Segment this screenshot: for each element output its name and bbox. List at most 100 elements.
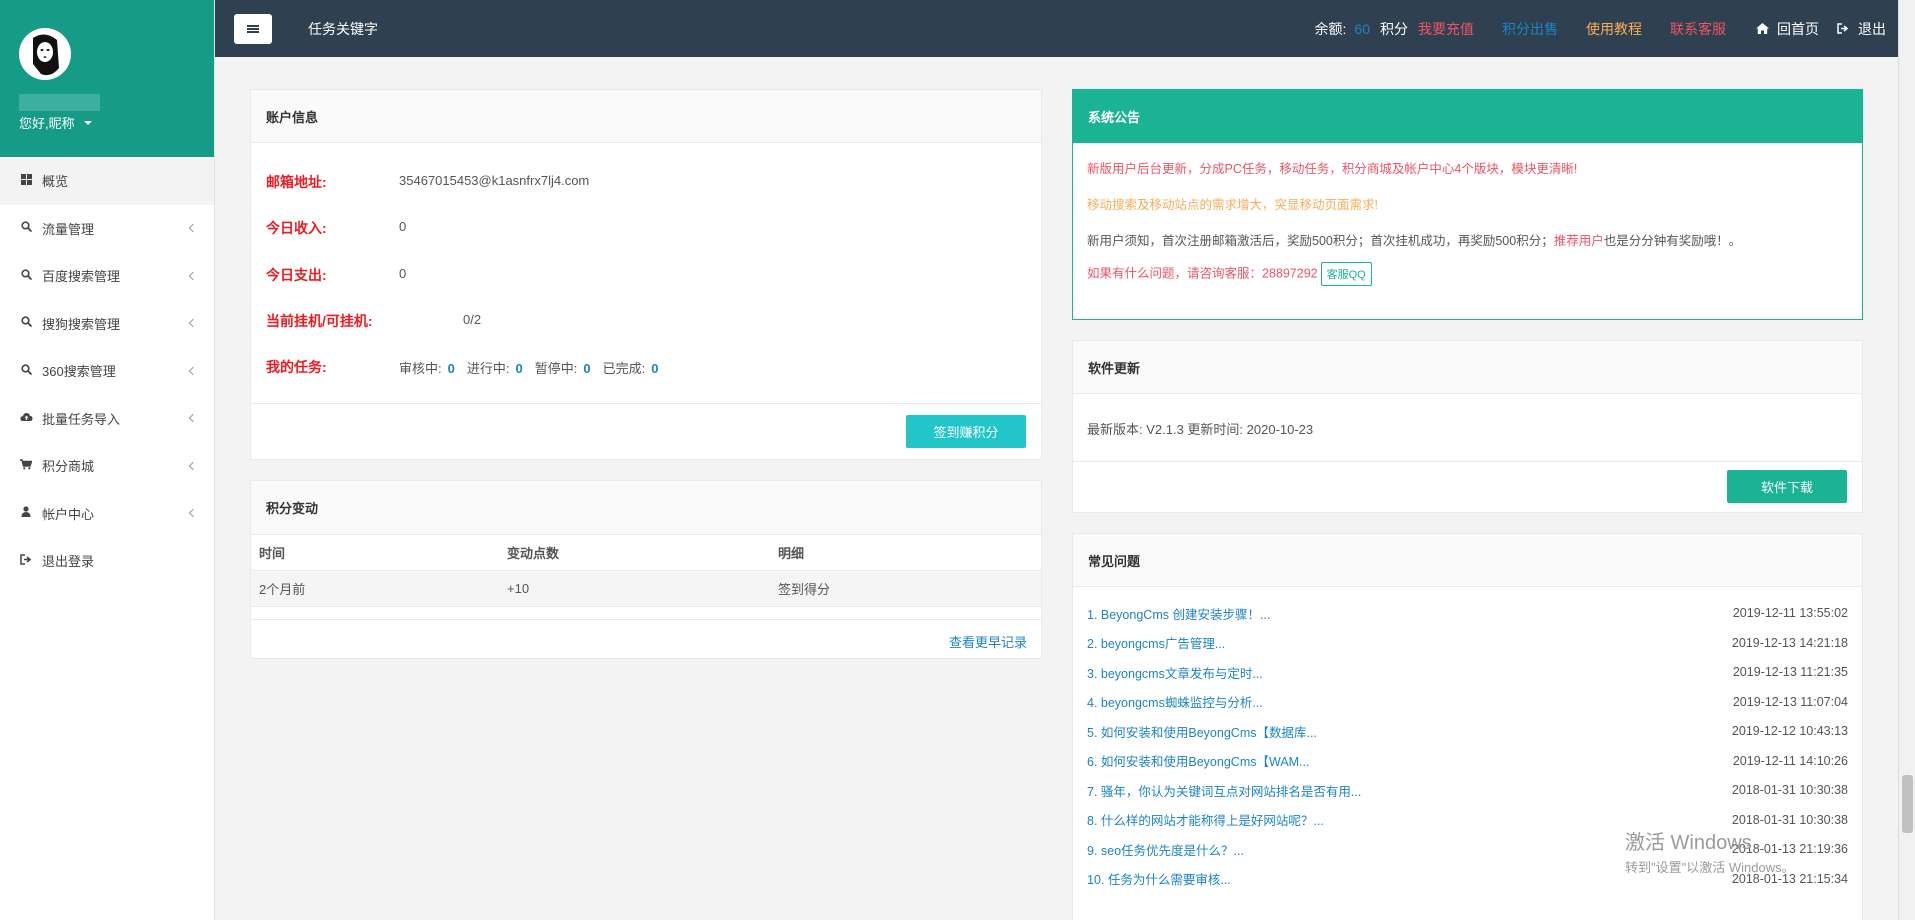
signin-earn-points-button[interactable]: 签到赚积分 (906, 415, 1026, 448)
windows-activation-watermark: 激活 Windows 转到"设置"以激活 Windows。 (1625, 826, 1795, 876)
faq-question-link[interactable]: 6. 如何安装和使用BeyongCms【WAM... (1087, 751, 1310, 770)
column-header-change: 变动点数 (499, 534, 770, 571)
faq-title: 常见问题 (1073, 534, 1862, 587)
notice-line-2: 移动搜索及移动站点的需求增大，突显移动页面需求! (1087, 198, 1378, 212)
chevron-left-icon (188, 271, 198, 280)
balance-value: 60 (1354, 20, 1370, 37)
column-header-detail: 明细 (770, 534, 1041, 571)
logout-link-label: 退出 (1858, 20, 1886, 37)
tutorial-link[interactable]: 使用教程 (1586, 19, 1642, 39)
chevron-left-icon (188, 414, 198, 423)
email-row: 邮箱地址: 35467015453@k1asnfrx7lj4.com (266, 172, 589, 192)
sidebar-item-batch-import[interactable]: 批量任务导入 (0, 395, 214, 443)
caret-down-icon (83, 120, 92, 125)
cell-change: +10 (499, 570, 770, 607)
balance-label: 余额: (1314, 20, 1347, 37)
faq-question-link[interactable]: 2. beyongcms广告管理... (1087, 633, 1225, 652)
view-earlier-records-link[interactable]: 查看更早记录 (949, 632, 1027, 651)
faq-question-link[interactable]: 8. 什么样的网站才能称得上是好网站呢？... (1087, 810, 1324, 829)
scrollbar-thumb[interactable] (1902, 775, 1913, 833)
sidebar-nav: 概览 流量管理 百度搜索管理 搜狗搜索管理 360搜索管理 批量任务导入 积分商… (0, 157, 214, 585)
income-label: 今日收入: (266, 220, 327, 236)
version-info: 最新版本: V2.1.3 更新时间: 2020-10-23 (1087, 422, 1314, 437)
customer-service-qq-button[interactable]: 客服QQ (1320, 262, 1372, 286)
sidebar-item-label: 帐户中心 (42, 506, 95, 522)
home-link[interactable]: 回首页 (1756, 19, 1819, 39)
username-blurred (19, 94, 100, 111)
review-count[interactable]: 0 (448, 361, 455, 376)
sidebar-item-label: 批量任务导入 (42, 411, 121, 427)
sidebar-item-logout[interactable]: 退出登录 (0, 537, 214, 585)
contact-qq-text: 如果有什么问题，请咨询客服：28897292 (1087, 266, 1318, 281)
income-row: 今日收入: 0 (266, 218, 406, 238)
search-icon (20, 269, 32, 283)
software-download-button[interactable]: 软件下载 (1727, 470, 1847, 503)
cell-time: 2个月前 (251, 570, 499, 607)
faq-date: 2019-12-13 11:21:35 (1732, 665, 1848, 679)
points-change-panel: 积分变动 时间 变动点数 明细 2个月前 +10 签到得分 查看更早记录 (250, 480, 1042, 659)
hang-value: 0/2 (463, 312, 482, 327)
sidebar-item-traffic[interactable]: 流量管理 (0, 205, 214, 253)
paused-count[interactable]: 0 (583, 361, 590, 376)
search-icon (20, 221, 32, 235)
sidebar-item-overview[interactable]: 概览 (0, 157, 214, 205)
faq-date: 2019-12-11 14:10:26 (1732, 753, 1848, 768)
greeting-text: 您好,昵称 (19, 116, 75, 131)
notice-line-3: 新用户须知，首次注册邮箱激活后，奖励500积分；首次挂机成功，再奖励500积分；… (1087, 230, 1741, 249)
referral-link[interactable]: 推荐用户 (1554, 234, 1604, 248)
sidebar-item-360[interactable]: 360搜索管理 (0, 347, 214, 395)
sidebar-item-label: 概览 (42, 174, 69, 190)
faq-question-link[interactable]: 4. beyongcms蜘蛛监控与分析... (1087, 692, 1263, 711)
sidebar-item-account-center[interactable]: 帐户中心 (0, 490, 214, 538)
list-item: 1. BeyongCms 创建安装步骤！... 2019-12-11 13:55:… (1087, 601, 1848, 625)
sidebar-item-baidu[interactable]: 百度搜索管理 (0, 252, 214, 300)
done-count[interactable]: 0 (651, 361, 658, 376)
sidebar-item-points-mall[interactable]: 积分商城 (0, 442, 214, 490)
email-value: 35467015453@k1asnfrx7lj4.com (399, 173, 590, 188)
faq-question-link[interactable]: 7. 骚年，你认为关键词互点对网站排名是否有用... (1087, 781, 1361, 800)
list-item: 7. 骚年，你认为关键词互点对网站排名是否有用... 2018-01-31 10:… (1087, 778, 1848, 802)
system-notice-panel: 系统公告 新版用户后台更新，分成PC任务，移动任务，积分商城及帐户中心4个版块，… (1072, 89, 1863, 320)
paused-label: 暂停中: (534, 361, 578, 376)
faq-date: 2018-01-31 10:30:38 (1731, 783, 1848, 797)
top-right-links: 余额: 60 积分 我要充值 积分出售 使用教程 联系客服 回首页 退出 (1315, 0, 1898, 57)
sign-out-icon (1837, 21, 1849, 37)
tasks-row: 我的任务: 审核中: 0 进行中: 0 暂停中: 0 已完成: 0 (266, 357, 658, 377)
review-label: 审核中: (399, 361, 442, 376)
sidebar-item-label: 积分商城 (42, 459, 95, 475)
watermark-line-1: 激活 Windows (1625, 832, 1752, 854)
notice-line-3-tail: 也是分分钟有奖励哦！。 (1603, 234, 1742, 248)
hang-row: 当前挂机/可挂机: 0/2 (266, 311, 481, 331)
recharge-link[interactable]: 我要充值 (1418, 19, 1474, 39)
cloud-upload-icon (20, 412, 33, 425)
system-notice-title: 系统公告 (1073, 90, 1862, 143)
table-row: 2个月前 +10 签到得分 (251, 570, 1041, 607)
faq-date: 2019-12-13 11:07:04 (1732, 694, 1848, 709)
watermark-line-2: 转到"设置"以激活 Windows。 (1625, 860, 1795, 875)
chevron-left-icon (188, 509, 198, 518)
page-scrollbar[interactable] (1898, 0, 1915, 920)
faq-date: 2019-12-13 14:21:18 (1731, 635, 1848, 650)
sidebar-item-label: 流量管理 (42, 221, 95, 237)
faq-question-link[interactable]: 5. 如何安装和使用BeyongCms【数据库... (1087, 722, 1317, 741)
sidebar-item-sogou[interactable]: 搜狗搜索管理 (0, 300, 214, 348)
home-icon (1756, 21, 1769, 37)
top-navbar: 任务关键字 余额: 60 积分 我要充值 积分出售 使用教程 联系客服 回首页 … (215, 0, 1898, 57)
logout-link[interactable]: 退出 (1837, 19, 1886, 39)
user-dropdown[interactable]: 您好,昵称 (19, 113, 214, 132)
faq-question-link[interactable]: 10. 任务为什么需要审核... (1087, 869, 1231, 888)
sidebar-item-label: 搜狗搜索管理 (42, 316, 121, 332)
avatar[interactable] (19, 28, 71, 80)
menu-toggle-button[interactable] (234, 13, 272, 44)
running-count[interactable]: 0 (515, 361, 522, 376)
email-label: 邮箱地址: (266, 174, 327, 190)
divider (251, 619, 1041, 620)
faq-question-link[interactable]: 9. seo任务优先度是什么？... (1087, 840, 1244, 859)
contact-link[interactable]: 联系客服 (1670, 19, 1726, 39)
points-table: 时间 变动点数 明细 2个月前 +10 签到得分 (251, 534, 1041, 607)
faq-question-link[interactable]: 3. beyongcms文章发布与定时... (1087, 663, 1263, 682)
software-update-title: 软件更新 (1073, 341, 1862, 394)
sell-points-link[interactable]: 积分出售 (1502, 19, 1558, 39)
faq-question-link[interactable]: 1. BeyongCms 创建安装步骤！... (1087, 604, 1270, 623)
hamburger-icon (247, 24, 259, 33)
